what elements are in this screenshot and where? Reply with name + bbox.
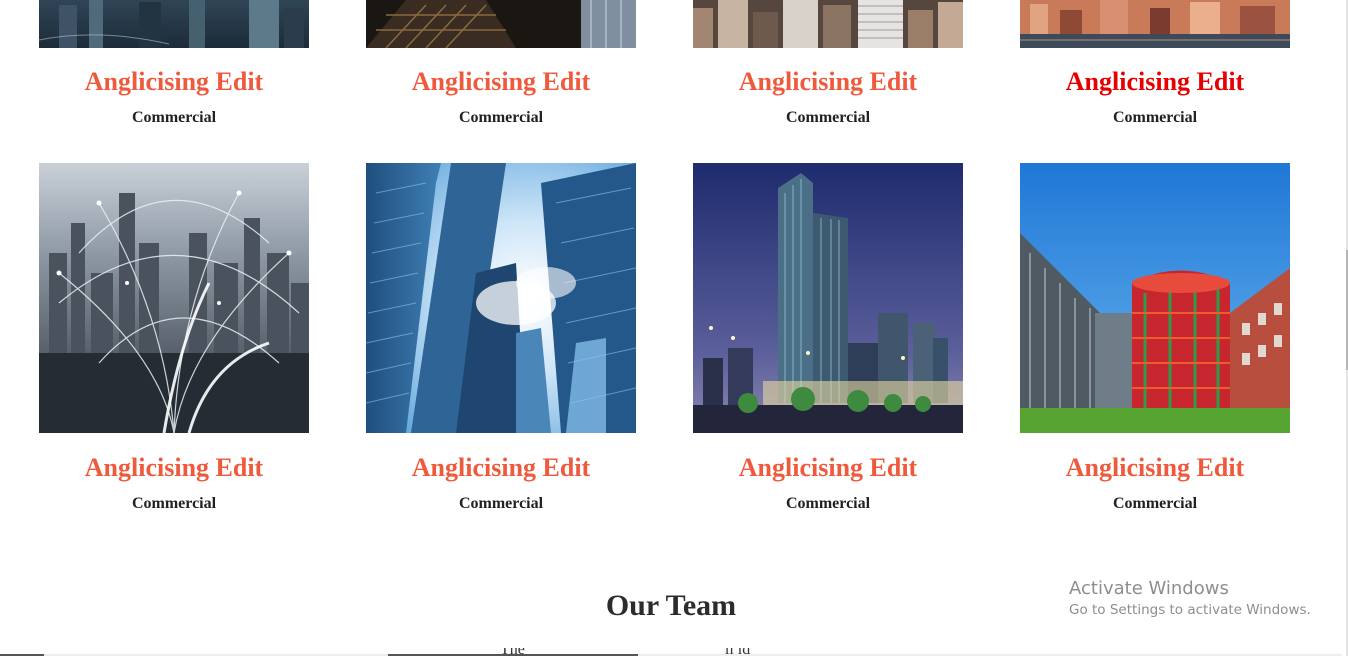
card-title[interactable]: Anglicising Edit [739, 455, 917, 481]
portfolio-image[interactable] [366, 163, 636, 433]
portfolio-card[interactable]: Anglicising Edit Commercial [693, 163, 963, 512]
card-title[interactable]: Anglicising Edit [412, 455, 590, 481]
portfolio-image[interactable] [366, 0, 636, 48]
portfolio-card[interactable]: Anglicising Edit Commercial [1020, 163, 1290, 512]
portfolio-image[interactable] [693, 0, 963, 48]
card-category: Commercial [131, 109, 217, 126]
portfolio-grid-row-1: Anglicising Edit Commercial Anglicising … [39, 0, 1290, 126]
portfolio-image[interactable] [1020, 163, 1290, 433]
card-title[interactable]: Anglicising Edit [1066, 455, 1244, 481]
card-category: Commercial [458, 495, 544, 512]
portfolio-card[interactable]: Anglicising Edit Commercial [1020, 0, 1290, 126]
card-title[interactable]: Anglicising Edit [739, 69, 917, 95]
card-category: Commercial [785, 109, 871, 126]
card-category: Commercial [1112, 109, 1198, 126]
watermark-line-1: Activate Windows [1069, 578, 1229, 599]
portfolio-card[interactable]: Anglicising Edit Commercial [693, 0, 963, 126]
card-title[interactable]: Anglicising Edit [85, 69, 263, 95]
card-title[interactable]: Anglicising Edit [412, 69, 590, 95]
card-category: Commercial [1112, 495, 1198, 512]
portfolio-image[interactable] [693, 163, 963, 433]
card-category: Commercial [785, 495, 871, 512]
watermark-line-2: Go to Settings to activate Windows. [1069, 602, 1311, 618]
portfolio-card[interactable]: Anglicising Edit Commercial [366, 0, 636, 126]
portfolio-card[interactable]: Anglicising Edit Commercial [39, 163, 309, 512]
portfolio-card[interactable]: Anglicising Edit Commercial [39, 0, 309, 126]
portfolio-image[interactable] [39, 0, 309, 48]
portfolio-card[interactable]: Anglicising Edit Commercial [366, 163, 636, 512]
card-category: Commercial [131, 495, 217, 512]
portfolio-image[interactable] [1020, 0, 1290, 48]
windows-activation-watermark: Activate Windows Go to Settings to activ… [1069, 578, 1311, 620]
card-title[interactable]: Anglicising Edit [85, 455, 263, 481]
card-category: Commercial [458, 109, 544, 126]
portfolio-image[interactable] [39, 163, 309, 433]
card-title[interactable]: Anglicising Edit [1066, 69, 1244, 95]
portfolio-grid-row-2: Anglicising Edit Commercial Anglicising … [39, 163, 1290, 512]
